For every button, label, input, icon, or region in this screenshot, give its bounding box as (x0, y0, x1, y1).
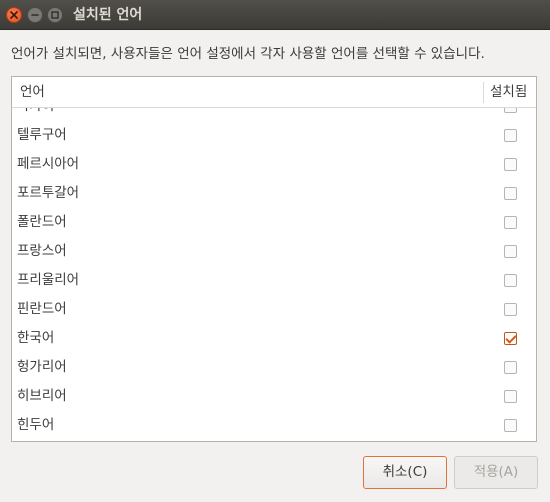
language-label: 포르투갈어 (17, 185, 80, 201)
description-text: 언어가 설치되면, 사용자들은 언어 설정에서 각자 사용할 언어를 선택할 수… (11, 46, 485, 62)
installed-checkbox[interactable] (504, 361, 517, 374)
installed-checkbox[interactable] (504, 274, 517, 287)
list-item[interactable]: 프리울리어 (12, 266, 536, 295)
close-button[interactable] (6, 7, 22, 23)
list-item[interactable]: 폴란드어 (12, 208, 536, 237)
language-label: 텔루구어 (17, 127, 67, 143)
installed-checkbox[interactable] (504, 129, 517, 142)
language-label: 페르시아어 (17, 156, 80, 172)
list-item[interactable]: 텔루구어 (12, 121, 536, 150)
language-label: 타가이 (17, 108, 54, 121)
list-item[interactable]: 포르투갈어 (12, 179, 536, 208)
minimize-icon (31, 14, 39, 16)
installed-checkbox[interactable] (504, 108, 517, 113)
list-header: 언어 설치됨 (12, 77, 536, 108)
list-item[interactable]: 프랑스어 (12, 237, 536, 266)
language-label: 히브리어 (17, 388, 67, 404)
installed-checkbox[interactable] (504, 332, 517, 345)
language-label: 헝가리어 (17, 359, 67, 375)
column-header-installed[interactable]: 설치됨 (490, 77, 527, 108)
installed-checkbox[interactable] (504, 158, 517, 171)
maximize-button[interactable] (47, 7, 63, 23)
cancel-button[interactable]: 취소(C) (363, 456, 447, 489)
language-label: 폴란드어 (17, 214, 67, 230)
installed-checkbox[interactable] (504, 245, 517, 258)
language-label: 프리울리어 (17, 272, 80, 288)
installed-checkbox[interactable] (504, 216, 517, 229)
column-header-language[interactable]: 언어 (20, 77, 45, 108)
language-label: 프랑스어 (17, 243, 67, 259)
list-item[interactable]: 헝가리어 (12, 353, 536, 382)
column-divider (483, 82, 484, 103)
installed-checkbox[interactable] (504, 419, 517, 432)
language-label: 힌두어 (17, 417, 55, 433)
minimize-button[interactable] (27, 7, 43, 23)
list-item[interactable]: 한국어 (12, 324, 536, 353)
installed-checkbox[interactable] (504, 303, 517, 316)
list-item[interactable]: 핀란드어 (12, 295, 536, 324)
language-label: 한국어 (17, 330, 55, 346)
list-item[interactable]: 히브리어 (12, 382, 536, 411)
titlebar: 설치된 언어 (0, 0, 550, 30)
list-item[interactable]: 타가이 (12, 108, 536, 121)
installed-checkbox[interactable] (504, 187, 517, 200)
language-label: 핀란드어 (17, 301, 67, 317)
language-list[interactable]: 언어 설치됨 타가이텔루구어페르시아어포르투갈어폴란드어프랑스어프리울리어핀란드… (11, 76, 537, 442)
list-rows-scroll: 타가이텔루구어페르시아어포르투갈어폴란드어프랑스어프리울리어핀란드어한국어헝가리… (12, 108, 536, 440)
apply-button[interactable]: 적용(A) (454, 456, 538, 489)
list-item[interactable]: 페르시아어 (12, 150, 536, 179)
maximize-icon (51, 11, 59, 19)
installed-languages-window: 설치된 언어 언어가 설치되면, 사용자들은 언어 설정에서 각자 사용할 언어… (0, 0, 550, 502)
close-icon (10, 11, 18, 19)
list-item[interactable]: 힌두어 (12, 411, 536, 440)
installed-checkbox[interactable] (504, 390, 517, 403)
window-title: 설치된 언어 (73, 7, 143, 23)
list-rows: 타가이텔루구어페르시아어포르투갈어폴란드어프랑스어프리울리어핀란드어한국어헝가리… (12, 108, 536, 441)
